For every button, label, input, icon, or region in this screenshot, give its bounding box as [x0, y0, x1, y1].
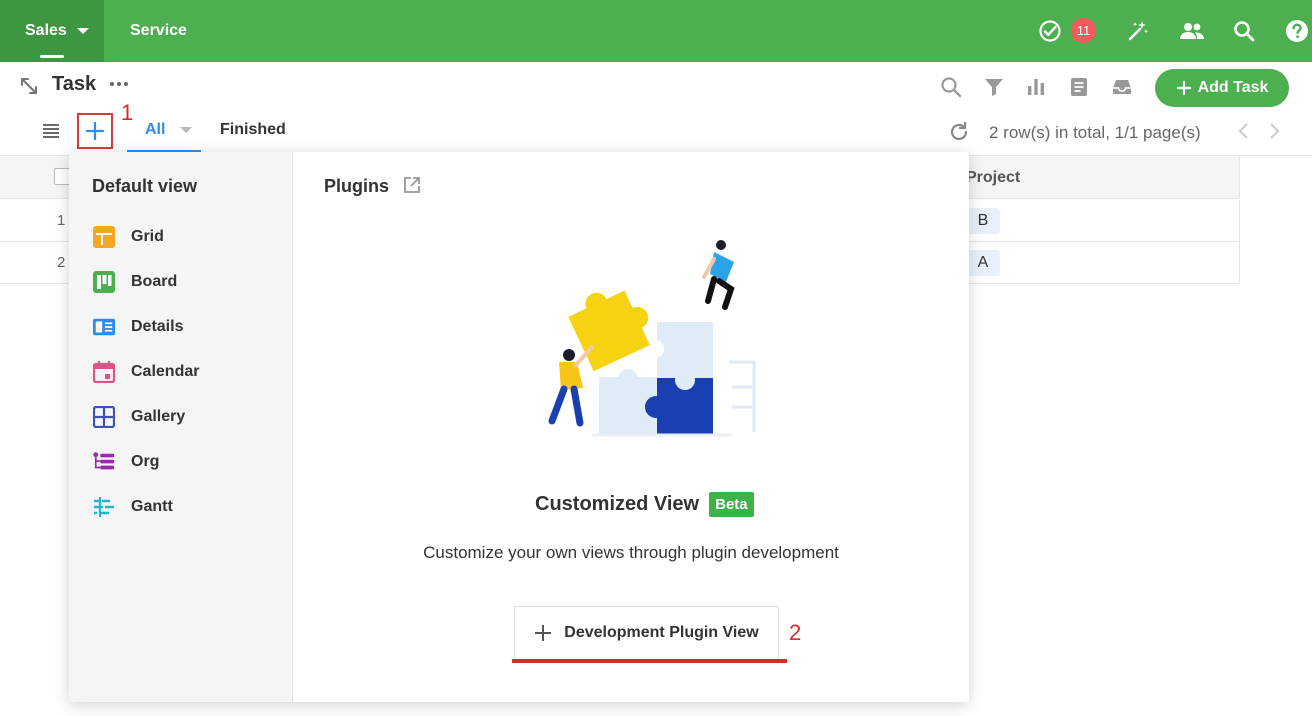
beta-badge: Beta — [709, 492, 754, 517]
plugins-title: Plugins — [324, 176, 390, 196]
app-tab-sales[interactable]: Sales — [0, 0, 104, 62]
app-tab-label: Sales — [25, 22, 67, 39]
view-option-gantt[interactable]: Gantt — [93, 493, 173, 521]
gallery-icon — [93, 406, 115, 428]
tab-finished[interactable]: Finished — [220, 121, 286, 139]
view-option-board[interactable]: Board — [93, 268, 177, 296]
inbox-icon[interactable] — [1109, 74, 1135, 100]
view-option-calendar[interactable]: Calendar — [93, 358, 199, 386]
add-task-label: Add Task — [1197, 79, 1269, 96]
column-header-project[interactable]: Project — [966, 169, 1020, 187]
tab-label: Finished — [220, 121, 286, 138]
magic-wand-icon[interactable] — [1124, 17, 1152, 45]
caret-down-icon — [179, 126, 192, 133]
app-tab-service[interactable]: Service — [130, 0, 187, 62]
report-icon[interactable] — [1066, 74, 1092, 100]
filter-icon[interactable] — [981, 74, 1007, 100]
chart-icon[interactable] — [1023, 74, 1049, 100]
more-options-icon[interactable] — [106, 71, 132, 97]
project-tag: B — [966, 208, 1000, 234]
board-icon — [93, 271, 115, 293]
plus-icon — [85, 121, 105, 141]
details-icon — [93, 316, 115, 338]
search-icon[interactable] — [938, 74, 964, 100]
add-view-popup: Default view Grid Board Details Calendar — [69, 152, 969, 702]
grid-icon — [93, 226, 115, 248]
tab-label: All — [145, 121, 166, 138]
help-icon[interactable] — [1283, 17, 1311, 45]
view-option-label: Grid — [131, 228, 164, 245]
org-icon — [93, 451, 115, 473]
active-tab-indicator — [40, 55, 64, 58]
refresh-icon[interactable] — [946, 119, 972, 145]
view-option-label: Board — [131, 273, 178, 290]
plus-icon — [1176, 80, 1191, 96]
view-option-label: Gantt — [131, 498, 173, 515]
view-option-label: Details — [131, 318, 184, 335]
customized-view-description: Customize your own views through plugin … — [423, 543, 839, 562]
gantt-icon — [93, 496, 115, 518]
annotation-number-2: 2 — [789, 620, 802, 645]
next-page-icon[interactable] — [1261, 118, 1287, 144]
page-title: Task — [52, 73, 97, 95]
view-option-gallery[interactable]: Gallery — [93, 403, 185, 431]
external-link-icon[interactable] — [403, 176, 423, 196]
view-option-label: Gallery — [131, 408, 186, 425]
view-option-label: Org — [131, 453, 160, 470]
tab-all[interactable]: All — [145, 121, 192, 139]
view-option-grid[interactable]: Grid — [93, 223, 164, 251]
default-view-panel: Default view Grid Board Details Calendar — [69, 152, 293, 702]
collapse-arrows-icon[interactable] — [16, 73, 42, 99]
row-index: 2 — [57, 254, 66, 271]
view-option-label: Calendar — [131, 363, 200, 380]
contacts-icon[interactable] — [1178, 17, 1206, 45]
notification-badge[interactable]: 11 — [1071, 18, 1096, 43]
prev-page-icon[interactable] — [1231, 118, 1257, 144]
project-tag: A — [966, 250, 1000, 276]
puzzle-illustration — [548, 240, 756, 437]
calendar-icon — [93, 361, 115, 383]
row-index: 1 — [57, 212, 66, 229]
tasks-check-icon[interactable] — [1036, 17, 1064, 45]
search-icon[interactable] — [1230, 17, 1258, 45]
customized-view-heading: Customized View Beta — [535, 492, 754, 517]
top-navigation-bar: Sales Service 11 — [0, 0, 1312, 62]
default-view-title: Default view — [92, 176, 198, 196]
app-tab-label: Service — [130, 22, 187, 39]
add-task-button[interactable]: Add Task — [1155, 69, 1289, 107]
annotation-underline — [512, 659, 787, 663]
view-list-menu-icon[interactable] — [38, 118, 64, 144]
customized-view-title: Customized View — [535, 493, 700, 515]
development-plugin-view-button[interactable]: Development Plugin View — [514, 606, 779, 660]
rows-count-info: 2 row(s) in total, 1/1 page(s) — [989, 123, 1201, 142]
plus-icon — [535, 625, 552, 641]
development-plugin-view-label: Development Plugin View — [564, 624, 759, 641]
add-view-button[interactable] — [77, 113, 113, 149]
annotation-number-1: 1 — [121, 100, 134, 125]
view-option-details[interactable]: Details — [93, 313, 183, 341]
view-option-org[interactable]: Org — [93, 448, 159, 476]
caret-down-icon — [76, 28, 89, 34]
